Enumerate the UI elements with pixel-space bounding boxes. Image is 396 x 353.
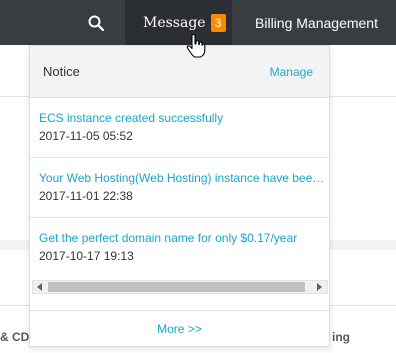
billing-management-link[interactable]: Billing Management: [237, 0, 396, 45]
manage-link[interactable]: Manage: [270, 65, 313, 79]
notice-item-title[interactable]: Get the perfect domain name for only $0.…: [39, 231, 327, 245]
notice-footer: More >>: [30, 310, 329, 346]
background-label-right: ing: [332, 330, 350, 344]
notice-item-time: 2017-10-17 19:13: [39, 249, 134, 263]
scroll-left-arrow-icon[interactable]: [33, 281, 47, 293]
notice-item-time: 2017-11-05 05:52: [39, 129, 133, 143]
scrollbar-thumb[interactable]: [48, 282, 305, 292]
notice-item[interactable]: Your Web Hosting(Web Hosting) instance h…: [30, 158, 329, 218]
hand-cursor-icon: [186, 34, 206, 58]
message-count-badge: 3: [210, 13, 226, 32]
notice-item[interactable]: ECS instance created successfully 2017-1…: [30, 98, 329, 158]
message-label: Message: [143, 14, 206, 31]
notice-item[interactable]: Get the perfect domain name for only $0.…: [30, 218, 329, 278]
search-icon: [88, 15, 104, 31]
scroll-right-arrow-icon[interactable]: [313, 281, 327, 293]
message-button[interactable]: Message 3: [125, 0, 232, 45]
notice-item-title[interactable]: ECS instance created successfully: [39, 111, 327, 125]
search-button[interactable]: [80, 0, 112, 45]
notice-dropdown: Notice Manage ECS instance created succe…: [29, 45, 330, 347]
notice-item-title[interactable]: Your Web Hosting(Web Hosting) instance h…: [39, 171, 327, 185]
notice-header: Notice Manage: [30, 46, 329, 98]
notice-item-time: 2017-11-01 22:38: [39, 189, 133, 203]
more-link[interactable]: More >>: [157, 322, 202, 336]
notice-title: Notice: [43, 64, 80, 79]
horizontal-scrollbar[interactable]: [32, 280, 328, 294]
